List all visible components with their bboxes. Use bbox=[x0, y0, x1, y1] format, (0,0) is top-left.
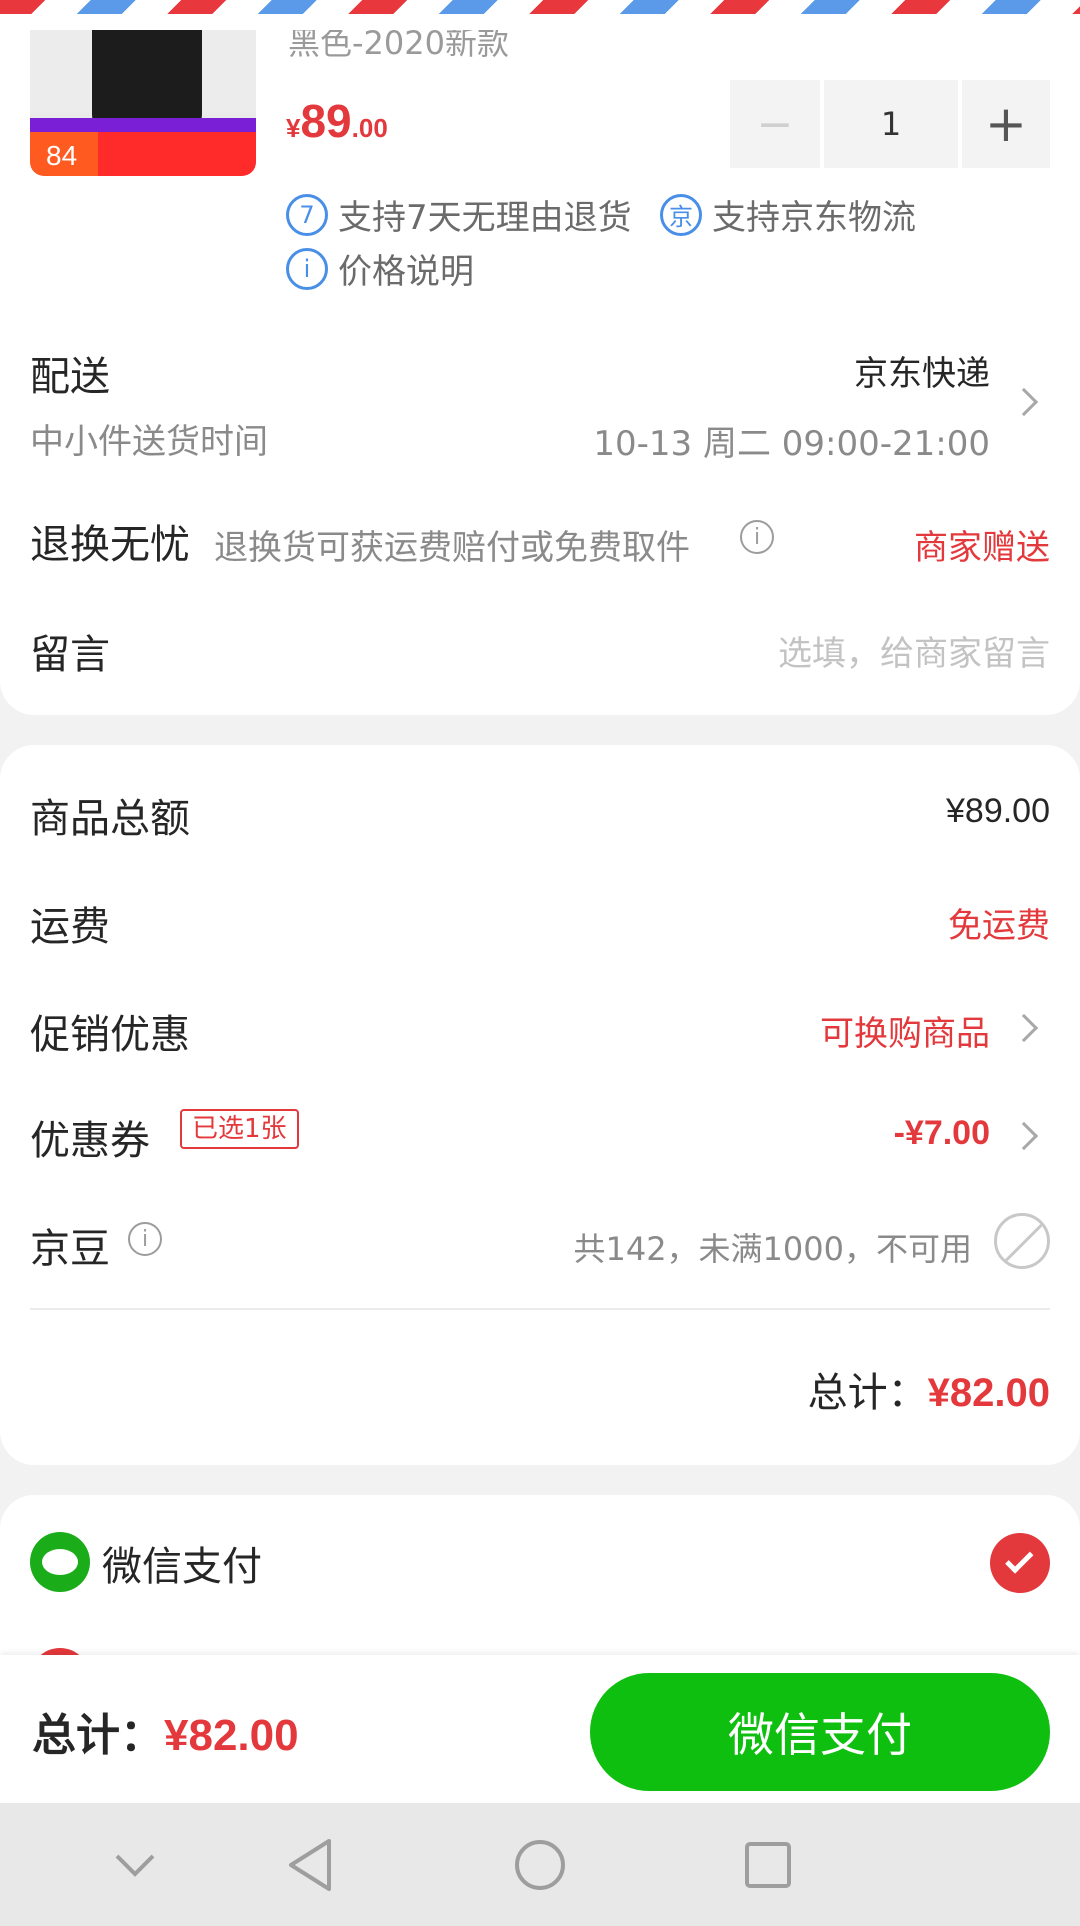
price-symbol: ¥ bbox=[286, 113, 301, 143]
system-navbar bbox=[0, 1803, 1080, 1926]
return-value: 商家赠送 bbox=[914, 528, 1050, 568]
payment-method-label[interactable]: 微信支付 bbox=[102, 1534, 262, 1592]
nav-recents-icon[interactable] bbox=[708, 1803, 828, 1926]
wechat-pay-button[interactable]: 微信支付 bbox=[590, 1673, 1050, 1791]
shipping-label: 运费 bbox=[30, 904, 110, 950]
wechat-icon bbox=[30, 1532, 90, 1592]
service-label: 支持7天无理由退货 bbox=[338, 198, 632, 238]
checkout-total-value: ¥82.00 bbox=[164, 1711, 299, 1760]
service-label: 价格说明 bbox=[338, 252, 474, 292]
promo-number: 84 bbox=[46, 140, 78, 171]
service-label: 支持京东物流 bbox=[712, 198, 916, 238]
summary-total-value: ¥82.00 bbox=[927, 1371, 1050, 1415]
chevron-right-icon[interactable] bbox=[1009, 387, 1039, 417]
promo-banner: 84 bbox=[30, 132, 256, 176]
seven-day-icon: 7 bbox=[286, 193, 328, 236]
summary-card bbox=[0, 745, 1080, 1465]
return-label: 退换无忧 bbox=[30, 522, 190, 568]
price-decimal: .00 bbox=[351, 113, 388, 143]
checkout-total: 总计：¥82.00 bbox=[32, 1699, 299, 1763]
product-price: ¥89.00 bbox=[286, 94, 388, 148]
increase-button[interactable]: + bbox=[962, 80, 1050, 168]
quantity-input[interactable]: 1 bbox=[824, 80, 958, 168]
jingdou-value: 共142，未满1000，不可用 bbox=[573, 1230, 972, 1268]
product-card: 84 黑色-2020新款 ¥89.00 − 1 + 7 支持7天无理由退货 京 … bbox=[0, 0, 1080, 715]
delivery-time-label: 中小件送货时间 bbox=[30, 422, 268, 462]
disabled-icon bbox=[994, 1213, 1050, 1269]
info-icon: i bbox=[286, 247, 328, 290]
checkout-bar: 总计：¥82.00 微信支付 bbox=[0, 1655, 1080, 1803]
check-icon[interactable] bbox=[990, 1533, 1050, 1593]
coupon-label: 优惠券 bbox=[30, 1118, 150, 1164]
collapse-chevron-icon[interactable] bbox=[75, 1803, 195, 1926]
jd-icon: 京 bbox=[660, 193, 702, 236]
promo-strip bbox=[30, 118, 256, 132]
promo-value[interactable]: 可换购商品 bbox=[820, 1006, 990, 1055]
quantity-stepper: − 1 + bbox=[730, 80, 1050, 168]
delivery-time-value[interactable]: 10-13 周二 09:00-21:00 bbox=[593, 416, 990, 465]
promo-label: 促销优惠 bbox=[30, 1012, 190, 1058]
checkout-total-label: 总计： bbox=[32, 1710, 164, 1761]
airmail-border bbox=[0, 0, 1080, 30]
divider bbox=[30, 1308, 1050, 1310]
coupon-tag: 已选1张 bbox=[180, 1109, 299, 1149]
message-input[interactable]: 选填，给商家留言 bbox=[778, 626, 1050, 675]
decrease-button[interactable]: − bbox=[730, 80, 820, 168]
message-label: 留言 bbox=[30, 632, 110, 678]
price-integer: 89 bbox=[300, 95, 352, 147]
jingdou-label: 京豆 bbox=[30, 1226, 110, 1272]
service-7day-return: 7 支持7天无理由退货 bbox=[286, 190, 632, 239]
jingdou-info-icon[interactable]: i bbox=[128, 1222, 162, 1256]
summary-total: 总计：¥82.00 bbox=[808, 1360, 1050, 1418]
shipping-value: 免运费 bbox=[948, 906, 1050, 946]
goods-total-value: ¥89.00 bbox=[946, 792, 1050, 830]
price-explanation[interactable]: i 价格说明 bbox=[286, 244, 474, 293]
goods-total-label: 商品总额 bbox=[30, 796, 190, 842]
return-desc: 退换货可获运费赔付或免费取件 bbox=[214, 528, 690, 568]
product-thumbnail[interactable]: 84 bbox=[30, 30, 256, 176]
delivery-method[interactable]: 京东快递 bbox=[854, 346, 990, 395]
summary-total-label: 总计： bbox=[807, 1370, 928, 1416]
coupon-value[interactable]: -¥7.00 bbox=[894, 1114, 990, 1153]
service-jd-logistics: 京 支持京东物流 bbox=[660, 190, 916, 239]
return-info-icon[interactable]: i bbox=[740, 520, 774, 554]
delivery-label: 配送 bbox=[30, 354, 110, 400]
nav-back-icon[interactable] bbox=[250, 1803, 370, 1926]
nav-home-icon[interactable] bbox=[480, 1803, 600, 1926]
